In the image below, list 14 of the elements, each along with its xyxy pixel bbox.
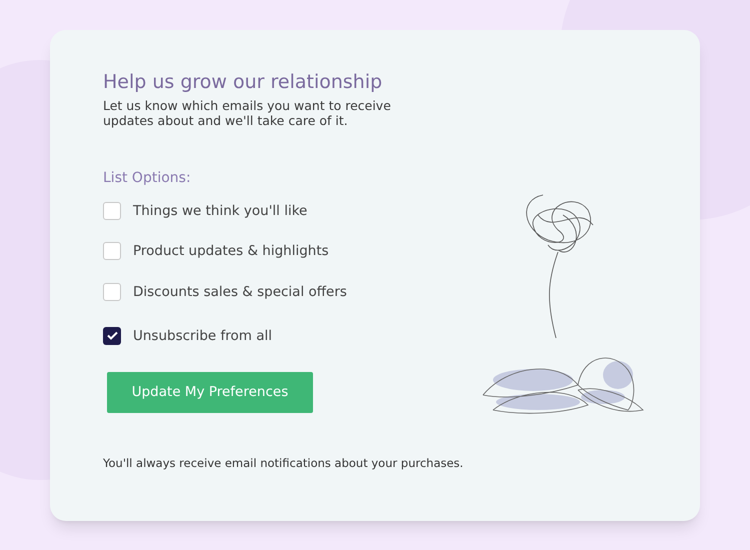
- option-label: Things we think you'll like: [133, 202, 308, 221]
- checkmark-icon: [106, 331, 118, 340]
- option-label: Discounts sales & special offers: [133, 282, 347, 302]
- heading: Help us grow our relationship: [103, 70, 384, 94]
- update-preferences-button[interactable]: Update My Preferences: [107, 372, 313, 413]
- checkbox[interactable]: [103, 282, 121, 301]
- checkbox[interactable]: [103, 326, 121, 345]
- description: Let us know which emails you want to receive updates about and we'll take care of it.: [103, 98, 392, 128]
- footnote: You'll always receive email notifications about your purchases.: [103, 455, 464, 472]
- checkbox[interactable]: [103, 242, 121, 260]
- checkbox[interactable]: [103, 202, 121, 220]
- list-heading: List Options:: [103, 169, 192, 188]
- option-label: Unsubscribe from all: [133, 326, 272, 346]
- option-label: Product updates & highlights: [133, 242, 329, 262]
